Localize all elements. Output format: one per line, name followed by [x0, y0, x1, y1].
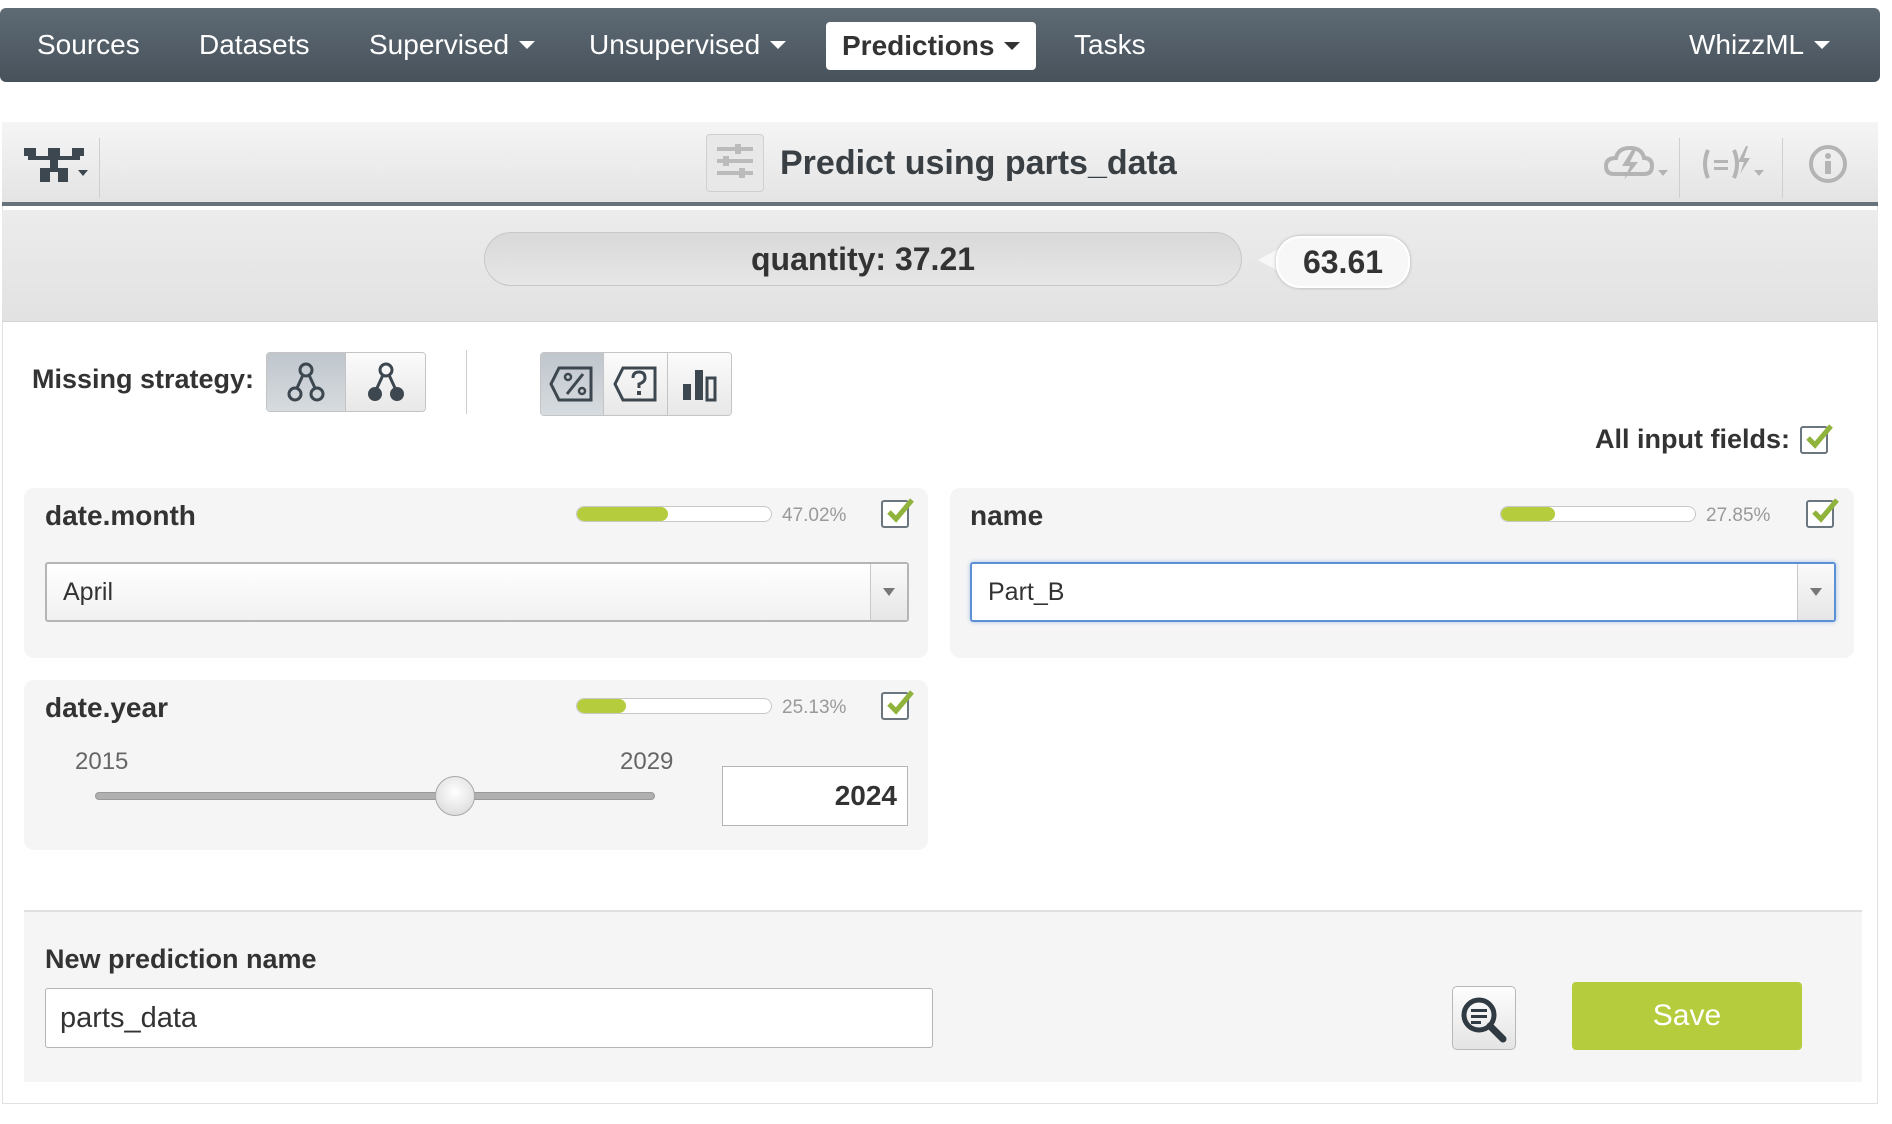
importance-bar: [576, 506, 772, 522]
nav-unsupervised[interactable]: Unsupervised: [589, 8, 787, 82]
year-slider-track[interactable]: [95, 792, 655, 800]
nav-predictions[interactable]: Predictions: [826, 22, 1037, 70]
tree-nodes-icon: [287, 362, 325, 402]
nav-unsupervised-label: Unsupervised: [589, 29, 761, 60]
titlebar-divider: [1782, 138, 1783, 198]
year-input[interactable]: 2024: [722, 766, 908, 826]
nav-supervised-label: Supervised: [369, 29, 510, 60]
confidence-badge: 63.61: [1276, 236, 1410, 288]
question-view-button[interactable]: [604, 353, 668, 415]
save-button[interactable]: Save: [1572, 982, 1802, 1050]
bar-chart-icon: [683, 370, 717, 402]
prediction-result: quantity: 37.21: [484, 232, 1242, 286]
cloud-lightning-icon: [1603, 145, 1668, 180]
nav-tasks-label: Tasks: [1074, 29, 1146, 60]
checkmark-icon: [887, 690, 914, 715]
nav-datasets-label: Datasets: [199, 29, 310, 60]
model-tree-menu-button[interactable]: [22, 144, 92, 188]
percent-view-button[interactable]: [541, 353, 605, 415]
chevron-down-icon: [1814, 41, 1831, 50]
importance-bar: [576, 698, 772, 714]
toolbar-divider: [466, 350, 467, 414]
question-tag-icon: [612, 366, 657, 402]
slider-min-label: 2015: [75, 748, 129, 775]
name-select[interactable]: Part_B: [970, 562, 1836, 622]
script-action-button[interactable]: [1700, 144, 1766, 184]
titlebar-divider: [1679, 138, 1680, 198]
missing-strategy-toggle: [266, 352, 426, 412]
importance-fill: [577, 699, 626, 713]
percent-tag-icon: [549, 366, 593, 402]
info-button[interactable]: [1808, 144, 1848, 184]
importance-fill: [1501, 507, 1556, 521]
checkmark-icon: [1806, 424, 1833, 449]
chevron-down-icon: [1004, 42, 1021, 51]
chevron-down-icon: [1797, 564, 1834, 620]
importance-fill: [577, 507, 669, 521]
new-prediction-name-label: New prediction name: [45, 944, 317, 974]
importance-bar: [1500, 506, 1696, 522]
page-title: Predict using parts_data: [780, 144, 1177, 182]
nav-whizzml[interactable]: WhizzML: [1689, 8, 1831, 82]
prediction-name-input[interactable]: parts_data: [45, 988, 933, 1048]
year-slider-handle[interactable]: [435, 776, 475, 816]
field-enabled-checkbox[interactable]: [881, 690, 914, 720]
importance-percent: 25.13%: [782, 697, 847, 718]
proportional-strategy-button[interactable]: [346, 353, 425, 411]
nav-whizzml-label: WhizzML: [1689, 29, 1805, 60]
titlebar-divider: [99, 138, 100, 198]
search-detail-icon: [1461, 997, 1507, 1043]
top-navbar: Sources Datasets Supervised Unsupervised…: [0, 8, 1880, 82]
nav-sources-label: Sources: [37, 29, 140, 60]
tree-icon: [24, 148, 88, 182]
all-input-fields-checkbox[interactable]: [1800, 424, 1833, 454]
all-input-fields-label: All input fields:: [1595, 424, 1790, 454]
formula-lightning-icon: [1703, 146, 1764, 179]
nav-predictions-label: Predictions: [842, 30, 995, 61]
month-select[interactable]: April: [45, 562, 909, 622]
nav-datasets[interactable]: Datasets: [199, 8, 310, 82]
field-enabled-checkbox[interactable]: [881, 498, 914, 528]
tree-nodes-filled-icon: [367, 362, 404, 401]
batch-prediction-button[interactable]: [1603, 144, 1670, 184]
prediction-view-toggle: [540, 352, 732, 416]
prediction-form-icon: [706, 134, 764, 192]
search-detail-button[interactable]: [1452, 986, 1516, 1050]
select-value: April: [63, 578, 114, 606]
chart-view-button[interactable]: [667, 353, 731, 415]
importance-percent: 27.85%: [1706, 505, 1771, 526]
slider-max-label: 2029: [620, 748, 674, 775]
importance-percent: 47.02%: [782, 505, 847, 526]
info-icon: [1809, 145, 1847, 183]
nav-tasks[interactable]: Tasks: [1074, 8, 1146, 82]
missing-strategy-label: Missing strategy:: [32, 364, 255, 394]
last-prediction-strategy-button[interactable]: [267, 353, 346, 411]
field-name: name: [970, 500, 1044, 531]
chevron-down-icon: [519, 41, 536, 50]
field-name: date.year: [45, 692, 168, 723]
checkmark-icon: [887, 498, 914, 523]
select-value: Part_B: [988, 578, 1065, 606]
chevron-down-icon: [770, 41, 787, 50]
checkmark-icon: [1812, 498, 1839, 523]
field-name: date.month: [45, 500, 196, 531]
nav-sources[interactable]: Sources: [37, 8, 140, 82]
chevron-down-icon: [870, 564, 907, 620]
field-enabled-checkbox[interactable]: [1806, 498, 1839, 528]
nav-supervised[interactable]: Supervised: [369, 8, 536, 82]
